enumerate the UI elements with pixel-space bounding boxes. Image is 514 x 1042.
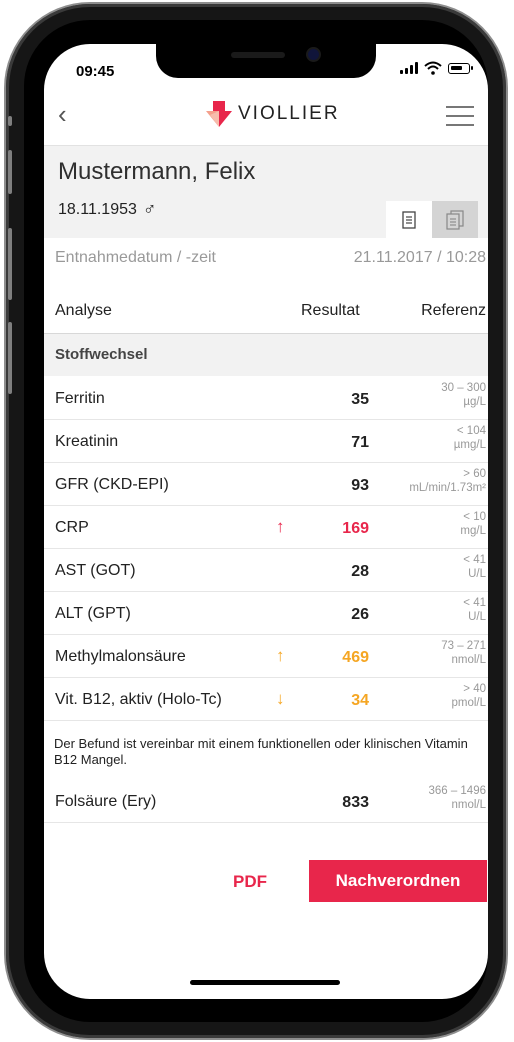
front-camera bbox=[308, 49, 319, 60]
patient-header: Mustermann, Felix 18.11.1953 ♂ bbox=[44, 145, 488, 238]
column-result: Resultat bbox=[301, 302, 360, 319]
results-list: Ferritin 35 30 – 300 µg/L Kreatinin 71 < 104 µm… bbox=[44, 377, 488, 721]
section-header: Stoffwechsel bbox=[44, 334, 488, 376]
analyte-name: Methylmalonsäure bbox=[55, 648, 186, 665]
analyte-name: Kreatinin bbox=[55, 433, 119, 450]
table-row[interactable]: GFR (CKD-EPI) 93 > 60 mL/min/1.73m² bbox=[44, 463, 488, 506]
reference-range: 366 – 1496 nmol/L bbox=[428, 785, 486, 811]
status-icons bbox=[400, 61, 473, 75]
analyte-name: Folsäure (Ery) bbox=[55, 793, 157, 810]
wifi-icon bbox=[424, 61, 442, 75]
reference-range-value: < 104 bbox=[456, 425, 486, 437]
collection-label: Entnahmedatum / -zeit bbox=[55, 249, 216, 266]
reference-range: < 10 mg/L bbox=[460, 510, 486, 538]
reference-unit: U/L bbox=[468, 568, 486, 580]
view-toggle bbox=[386, 201, 478, 238]
reference-range-value: 30 – 300 bbox=[441, 382, 486, 394]
app-screen: 09:45 ‹ VIOLLIER Mustermann, Felix 18.11… bbox=[44, 44, 488, 999]
analyte-name: Ferritin bbox=[55, 390, 105, 407]
analyte-value: 71 bbox=[351, 434, 369, 451]
reference-unit: pmol/L bbox=[451, 697, 486, 709]
single-page-view-button[interactable] bbox=[386, 201, 432, 238]
side-button-mute bbox=[8, 116, 12, 126]
reference-range: > 60 mL/min/1.73m² bbox=[409, 467, 486, 495]
analyte-value: 169 bbox=[342, 520, 369, 537]
table-row[interactable]: ALT (GPT) 26 < 41 U/L bbox=[44, 592, 488, 635]
speaker bbox=[231, 52, 285, 58]
navbar: ‹ VIOLLIER bbox=[44, 89, 488, 145]
analyte-value: 93 bbox=[351, 477, 369, 494]
reference-range-value: > 40 bbox=[463, 683, 486, 695]
collection-value: 21.11.2017 / 10:28 bbox=[353, 249, 486, 266]
reference-unit: mg/L bbox=[460, 525, 486, 537]
reference-unit: mL/min/1.73m² bbox=[409, 482, 486, 494]
reference-range-value: > 60 bbox=[463, 468, 486, 480]
reference-range: > 40 pmol/L bbox=[451, 682, 486, 710]
reference-range-value: < 10 bbox=[463, 511, 486, 523]
notch bbox=[156, 44, 376, 78]
reference-range-value: 73 – 271 bbox=[441, 640, 486, 652]
patient-dob: 18.11.1953 bbox=[58, 200, 137, 218]
analyte-value: 26 bbox=[351, 606, 369, 623]
analyte-value: 469 bbox=[342, 649, 369, 666]
hamburger-menu-icon[interactable] bbox=[446, 106, 474, 133]
patient-name: Mustermann, Felix bbox=[58, 158, 256, 185]
reference-unit: U/L bbox=[468, 611, 486, 623]
reference-range-value: < 41 bbox=[463, 597, 486, 609]
pdf-button[interactable]: PDF bbox=[233, 872, 267, 892]
result-note: Der Befund ist vereinbar mit einem funkt… bbox=[54, 736, 468, 767]
patient-dob-row: 18.11.1953 ♂ bbox=[58, 199, 156, 220]
table-row-folsaeure[interactable]: Folsäure (Ery) 833 366 – 1496 nmol/L bbox=[44, 780, 488, 823]
column-reference: Referenz bbox=[421, 302, 486, 319]
brand-logo: VIOLLIER bbox=[206, 101, 340, 127]
analyte-value: 34 bbox=[351, 692, 369, 709]
analyte-name: Vit. B12, aktiv (Holo-Tc) bbox=[55, 691, 222, 708]
documents-icon bbox=[446, 209, 464, 230]
analyte-name: AST (GOT) bbox=[55, 562, 136, 579]
side-button-vol-up bbox=[8, 150, 12, 194]
section-title: Stoffwechsel bbox=[55, 346, 148, 363]
brand-name: VIOLLIER bbox=[238, 103, 340, 124]
analyte-name: GFR (CKD-EPI) bbox=[55, 476, 169, 493]
viollier-logo-icon bbox=[206, 101, 232, 127]
document-icon bbox=[402, 210, 416, 229]
analyte-name: CRP bbox=[55, 519, 89, 536]
table-row[interactable]: Kreatinin 71 < 104 µmg/L bbox=[44, 420, 488, 463]
analyte-value: 833 bbox=[342, 794, 369, 811]
side-button-vol-down bbox=[8, 228, 12, 300]
table-row[interactable]: AST (GOT) 28 < 41 U/L bbox=[44, 549, 488, 592]
table-row[interactable]: Ferritin 35 30 – 300 µg/L bbox=[44, 377, 488, 420]
reference-range: 30 – 300 µg/L bbox=[441, 381, 486, 409]
status-time: 09:45 bbox=[76, 63, 115, 80]
male-sex-icon: ♂ bbox=[142, 199, 157, 219]
reference-range: < 41 U/L bbox=[463, 553, 486, 581]
collection-datetime-row: Entnahmedatum / -zeit 21.11.2017 / 10:28 bbox=[44, 237, 488, 281]
table-row[interactable]: Methylmalonsäure ↑ 469 73 – 271 nmol/L bbox=[44, 635, 488, 678]
arrow-down-icon: ↓ bbox=[276, 689, 285, 708]
side-button-power bbox=[8, 322, 12, 394]
analyte-value: 35 bbox=[351, 391, 369, 408]
back-chevron-icon[interactable]: ‹ bbox=[58, 101, 67, 127]
table-row[interactable]: Vit. B12, aktiv (Holo-Tc) ↓ 34 > 40 pmol/L bbox=[44, 678, 488, 721]
reference-range-value: < 41 bbox=[463, 554, 486, 566]
reference-unit: µg/L bbox=[463, 396, 486, 408]
analyte-name: ALT (GPT) bbox=[55, 605, 131, 622]
multi-page-view-button[interactable] bbox=[432, 201, 478, 238]
arrow-up-icon: ↑ bbox=[276, 646, 285, 665]
reference-unit: µmg/L bbox=[453, 439, 486, 451]
reference-range: < 104 µmg/L bbox=[454, 424, 486, 452]
battery-icon bbox=[448, 62, 473, 74]
arrow-up-icon: ↑ bbox=[276, 517, 285, 536]
home-indicator[interactable] bbox=[190, 980, 340, 985]
reference-unit: nmol/L bbox=[451, 654, 486, 666]
analyte-value: 28 bbox=[351, 563, 369, 580]
table-header: Analyse Resultat Referenz bbox=[44, 289, 488, 334]
reference-range: 73 – 271 nmol/L bbox=[441, 639, 486, 667]
column-analyse: Analyse bbox=[55, 302, 112, 319]
signal-icon bbox=[400, 62, 418, 74]
reorder-button[interactable]: Nachverordnen bbox=[309, 860, 487, 902]
reference-range: < 41 U/L bbox=[463, 596, 486, 624]
table-row[interactable]: CRP ↑ 169 < 10 mg/L bbox=[44, 506, 488, 549]
